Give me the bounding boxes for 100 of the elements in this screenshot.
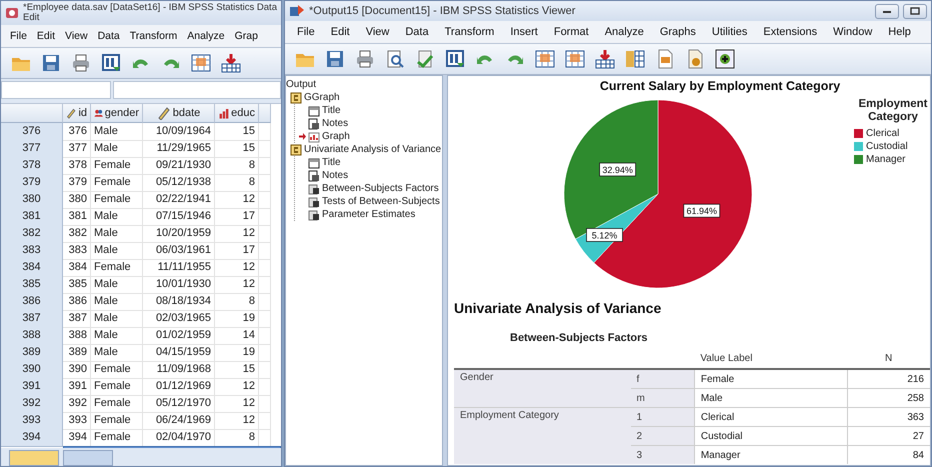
menu-item[interactable]: Transform (124, 30, 182, 42)
menu-item[interactable]: Transform (436, 26, 502, 38)
table-cell (259, 293, 271, 311)
insert-icon (594, 48, 616, 70)
menu-item[interactable]: Insert (502, 26, 546, 38)
table-cell: 19 (215, 310, 259, 328)
outline-item[interactable]: Title (322, 157, 341, 168)
outline-item[interactable]: Title (322, 105, 341, 116)
menu-item[interactable]: Edit (32, 30, 60, 42)
outline-item[interactable]: Notes (322, 118, 348, 129)
outline-item[interactable]: Tests of Between-Subjects (322, 196, 440, 207)
printer-icon (70, 52, 92, 74)
minimize-icon (882, 8, 892, 14)
outline-item[interactable]: Univariate Analysis of Variance (304, 144, 442, 155)
scale-measure-icon (156, 106, 171, 120)
column-name: gender (104, 107, 139, 119)
menu-item[interactable]: Edit (322, 26, 358, 38)
case-number[interactable]: 390 (1, 361, 63, 379)
menu-item[interactable]: File (289, 26, 323, 38)
case-number[interactable]: 382 (1, 225, 63, 243)
cell-value-field[interactable] (113, 81, 281, 99)
toolbar-button[interactable] (219, 51, 243, 75)
outline-item[interactable]: Parameter Estimates (322, 209, 416, 220)
case-number[interactable]: 392 (1, 395, 63, 413)
cell-reference-field[interactable] (1, 81, 111, 99)
table-cell: 386 (63, 293, 91, 311)
table-cell: 377 (63, 140, 91, 158)
case-number[interactable]: 388 (1, 327, 63, 345)
outline-item[interactable]: Between-Subjects Factors (322, 183, 439, 194)
case-number[interactable]: 391 (1, 378, 63, 396)
case-number[interactable]: 381 (1, 208, 63, 226)
case-number[interactable]: 380 (1, 191, 63, 209)
table-cell: 382 (63, 225, 91, 243)
table-cell: Male (91, 225, 143, 243)
table-cell: 01/02/1959 (143, 327, 215, 345)
menu-item[interactable]: Utilities (704, 26, 756, 38)
table-cell (259, 378, 271, 396)
table-cell: 12 (215, 225, 259, 243)
table-cell: Female (91, 259, 143, 277)
menu-item[interactable]: Data (397, 26, 437, 38)
menu-item[interactable]: Graphs (652, 26, 704, 38)
table-cell: Female (91, 361, 143, 379)
menu-item[interactable]: Analyze (596, 26, 652, 38)
minimize-button[interactable] (875, 4, 899, 18)
menu-item[interactable]: Extensions (755, 26, 826, 38)
table-cell: 04/15/1959 (143, 344, 215, 362)
case-number[interactable]: 384 (1, 259, 63, 277)
ordinal-measure-icon (218, 106, 230, 120)
menu-item[interactable]: Grap (230, 30, 263, 42)
case-number[interactable]: 387 (1, 310, 63, 328)
menu-item[interactable]: Format (546, 26, 597, 38)
case-number[interactable]: 394 (1, 429, 63, 447)
title-node-icon (308, 104, 320, 116)
table-cell: Male (91, 242, 143, 260)
outline-root[interactable]: Output (286, 79, 316, 90)
table-cell (259, 191, 271, 209)
outline-item[interactable]: Graph (322, 131, 350, 142)
case-number[interactable]: 386 (1, 293, 63, 311)
menu-item[interactable]: Analyze (182, 30, 230, 42)
table-cell (259, 174, 271, 192)
table-cell: 01/12/1969 (143, 378, 215, 396)
table-cell: 14 (215, 327, 259, 345)
column-header[interactable]: educ (215, 104, 259, 123)
menu-item[interactable]: View (60, 30, 93, 42)
table-cell: 387 (63, 310, 91, 328)
title-node-icon (308, 156, 320, 168)
table-cell: Female (91, 174, 143, 192)
case-number[interactable]: 378 (1, 157, 63, 175)
menu-item[interactable]: Window (825, 26, 880, 38)
column-header[interactable]: bdate (143, 104, 215, 123)
toolbar-button[interactable] (713, 47, 737, 71)
table-cell: 09/21/1930 (143, 157, 215, 175)
maximize-button[interactable] (903, 4, 927, 18)
table-cell: 2 (630, 426, 694, 446)
insert-icon (220, 52, 242, 74)
menu-item[interactable]: Data (92, 30, 125, 42)
table-node-icon (308, 182, 320, 194)
table-cell: m (630, 388, 694, 408)
menu-item[interactable]: File (5, 30, 32, 42)
table-cell: 12 (215, 395, 259, 413)
legend-swatch (854, 155, 863, 164)
case-number[interactable]: 377 (1, 140, 63, 158)
case-number[interactable]: 383 (1, 242, 63, 260)
menu-item[interactable]: View (358, 26, 398, 38)
table-cell: 12 (215, 259, 259, 277)
case-number[interactable]: 379 (1, 174, 63, 192)
case-number[interactable]: 385 (1, 276, 63, 294)
outline-item[interactable]: GGraph (304, 92, 340, 103)
case-number[interactable]: 393 (1, 412, 63, 430)
maximize-icon (910, 7, 920, 15)
column-header[interactable]: id (63, 104, 91, 123)
column-header[interactable]: gender (91, 104, 143, 123)
table-cell: 393 (63, 412, 91, 430)
toolbar-button[interactable] (593, 47, 617, 71)
grid-icon (534, 48, 556, 70)
menu-item[interactable]: Help (880, 26, 919, 38)
window-title: *Employee data.sav [DataSet16] - IBM SPSS Statistics Data Edit (23, 2, 277, 24)
case-number[interactable]: 389 (1, 344, 63, 362)
case-number[interactable]: 376 (1, 123, 63, 141)
outline-item[interactable]: Notes (322, 170, 348, 181)
